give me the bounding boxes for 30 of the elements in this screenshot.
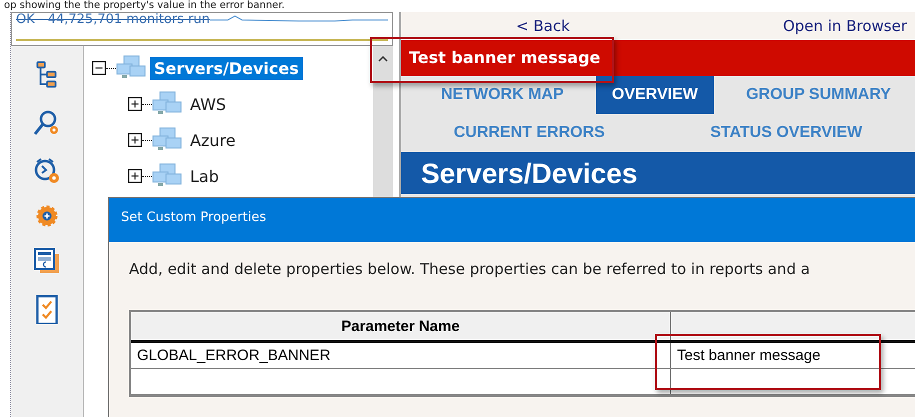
- alarm-clock-gear-icon[interactable]: [33, 156, 61, 186]
- newsletter-icon[interactable]: [33, 246, 61, 276]
- table-cell[interactable]: Test banner message: [671, 343, 915, 368]
- page-title: Servers/Devices: [401, 152, 915, 194]
- caption-text: op showing the the property's value in the error banner.: [3, 0, 286, 12]
- tree-item[interactable]: Servers/Devices: [150, 56, 303, 80]
- expander-icon[interactable]: [128, 133, 142, 147]
- tree-item[interactable]: AWS: [186, 92, 230, 116]
- expander-icon[interactable]: [128, 97, 142, 111]
- description-text: Add, edit and delete properties below. These properties can be referred to in reports and a: [129, 260, 811, 278]
- back-link[interactable]: < Back: [516, 17, 570, 35]
- error-banner: Test banner message: [401, 40, 915, 76]
- servers-icon: [152, 163, 182, 189]
- open-in-browser-link[interactable]: Open in Browser: [782, 17, 907, 35]
- expander-icon[interactable]: [128, 169, 142, 183]
- servers-icon: [152, 127, 182, 153]
- dialog-title: Set Custom Properties: [109, 198, 915, 242]
- gear-icon[interactable]: [35, 204, 59, 228]
- checklist-icon[interactable]: [33, 294, 61, 324]
- servers-icon: [152, 91, 182, 117]
- expander-icon[interactable]: [92, 61, 106, 75]
- servers-icon: [116, 55, 146, 81]
- tab[interactable]: OVERVIEW: [596, 76, 714, 114]
- tree-item[interactable]: Azure: [186, 128, 240, 152]
- search-gear-icon[interactable]: [33, 108, 61, 138]
- scroll-up-icon[interactable]: [378, 56, 388, 62]
- tree-item[interactable]: Lab: [186, 164, 223, 188]
- column-header: Parameter Name: [131, 312, 671, 340]
- table-cell[interactable]: GLOBAL_ERROR_BANNER: [131, 343, 671, 368]
- status-text: OK - 44,725,701 monitors run: [16, 13, 210, 27]
